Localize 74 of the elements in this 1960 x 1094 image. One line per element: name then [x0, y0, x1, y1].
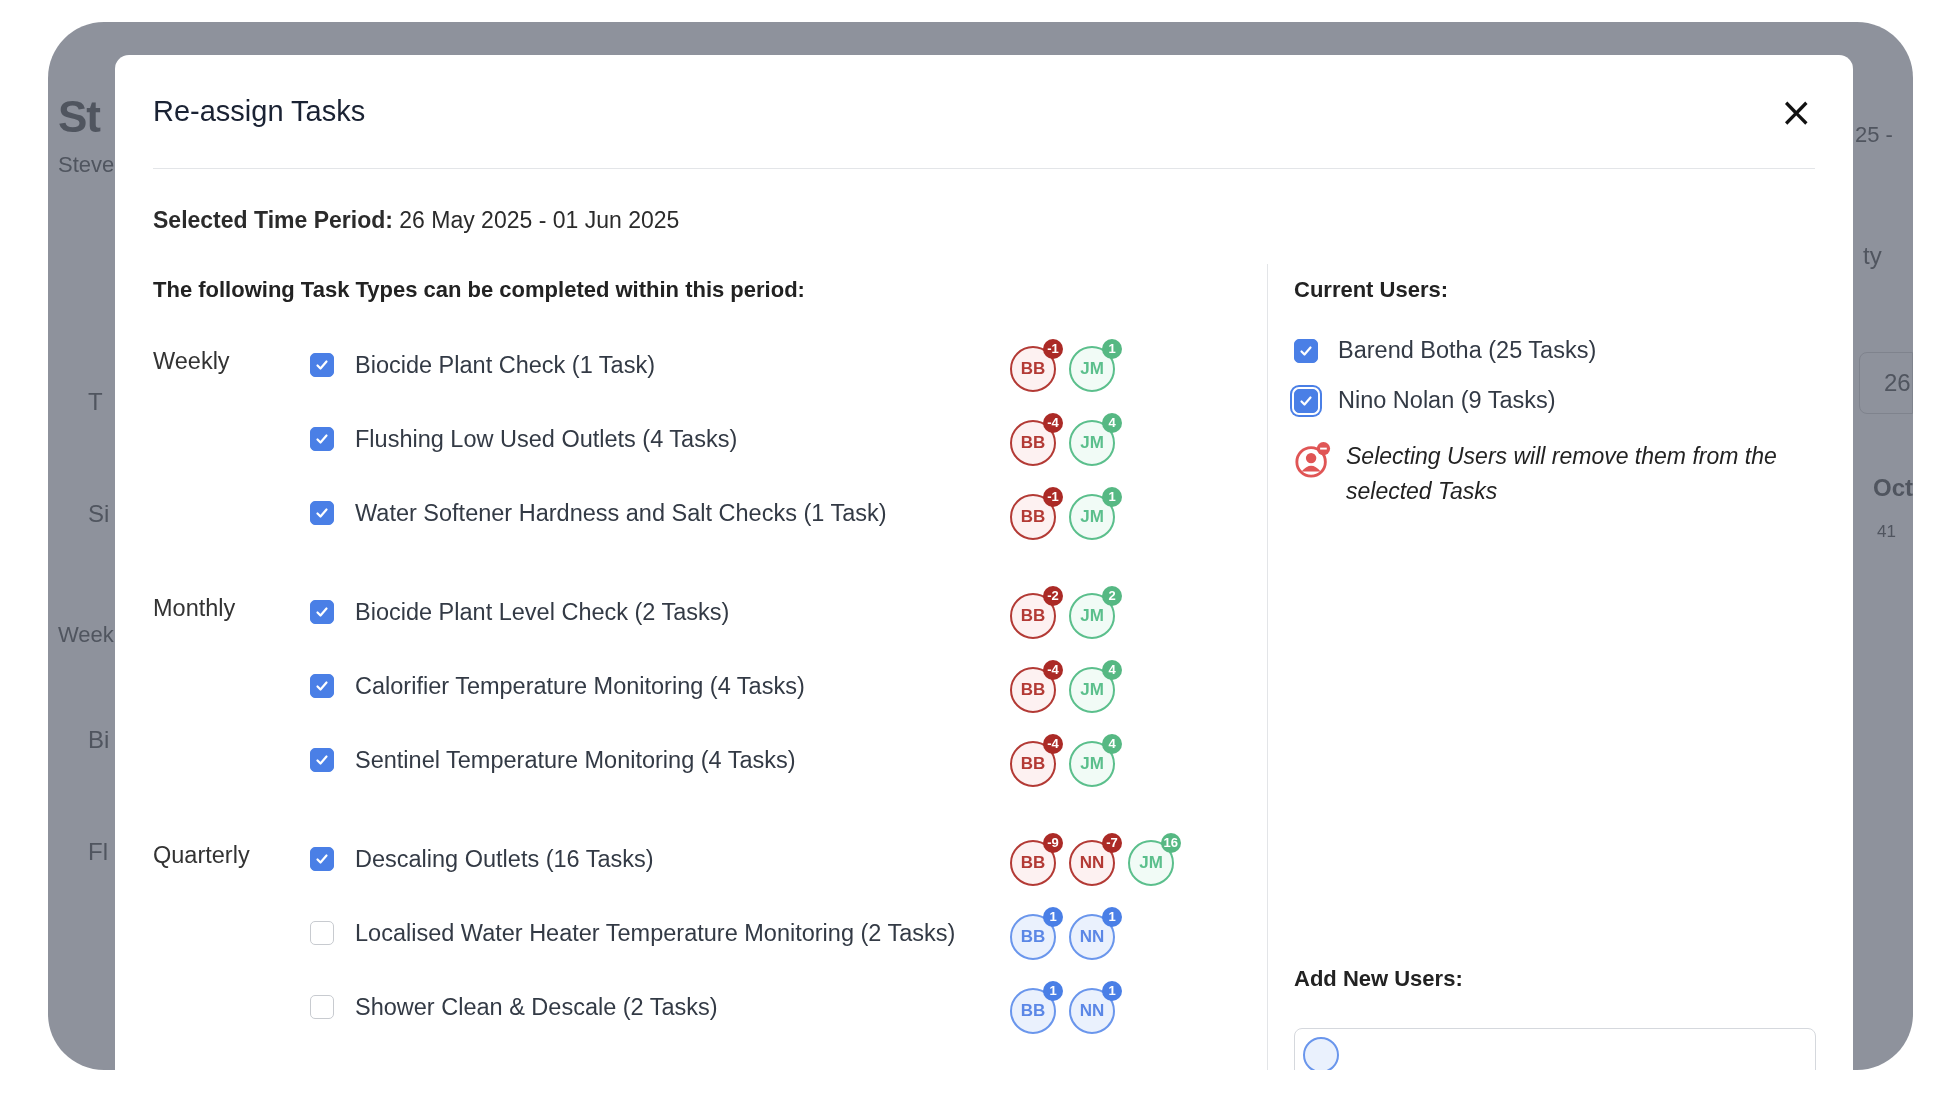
check-icon [314, 357, 330, 373]
background-text: 25 - [1855, 122, 1894, 149]
task-label: Shower Clean & Descale (2 Tasks) [355, 993, 719, 1021]
background-text: Si [87, 500, 111, 529]
user-label: Nino Nolan (9 Tasks) [1338, 387, 1556, 414]
task-count-badge: 1 [1102, 907, 1122, 927]
frequency-label: Monthly [153, 595, 236, 621]
task-checkbox[interactable] [310, 921, 334, 945]
background-text: 41 [1876, 522, 1897, 542]
task-count-badge: 4 [1102, 660, 1122, 680]
check-icon [314, 505, 330, 521]
task-count-badge: -1 [1043, 487, 1063, 507]
task-count-badge: 1 [1102, 339, 1122, 359]
task-types-heading: The following Task Types can be completed within this period: [153, 277, 806, 303]
add-users-field[interactable] [1294, 1028, 1816, 1070]
check-icon [314, 431, 330, 447]
task-count-badge: -4 [1043, 660, 1063, 680]
background-text: Oct [1872, 474, 1913, 503]
task-checkbox[interactable] [310, 674, 334, 698]
user-checkbox[interactable] [1294, 338, 1318, 363]
check-icon [314, 678, 330, 694]
task-count-badge: -4 [1043, 413, 1063, 433]
task-count-badge: -4 [1043, 734, 1063, 754]
task-count-badge: -2 [1043, 586, 1063, 606]
remove-user-icon [1294, 441, 1332, 479]
task-label: Water Softener Hardness and Salt Checks (1 Task) [355, 499, 888, 527]
frequency-label: Weekly [153, 348, 230, 374]
task-count-badge: 4 [1102, 734, 1122, 754]
background-text: Fl [87, 838, 109, 867]
task-checkbox[interactable] [310, 501, 334, 525]
task-count-badge: -1 [1043, 339, 1063, 359]
dialog-title: Re-assign Tasks [153, 95, 366, 128]
background-text: Bi [87, 726, 111, 755]
task-label: Localised Water Heater Temperature Monitoring (2 Tasks) [355, 919, 957, 947]
background-text: St [58, 92, 102, 143]
background-text: Steve [58, 152, 115, 179]
check-icon [314, 604, 330, 620]
check-icon [314, 752, 330, 768]
background-text: Week [58, 622, 115, 649]
task-count-badge: 2 [1102, 586, 1122, 606]
user-avatar-icon [1303, 1037, 1339, 1070]
background-text: T [87, 388, 104, 417]
task-count-badge: 1 [1043, 981, 1063, 1001]
current-users-heading: Current Users: [1294, 277, 1450, 303]
user-row[interactable]: Nino Nolan (9 Tasks) [1294, 387, 1815, 414]
time-period-text: Selected Time Period: 26 May 2025 - 01 Jun 2025 [153, 207, 681, 234]
close-button[interactable]: × [1777, 91, 1815, 132]
task-count-badge: -9 [1043, 833, 1063, 853]
user-label: Barend Botha (25 Tasks) [1338, 337, 1597, 364]
background-text: 26 [1859, 352, 1913, 414]
background-text: ty [1862, 242, 1883, 271]
check-icon [314, 851, 330, 867]
task-count-badge: 1 [1102, 981, 1122, 1001]
task-label: Descaling Outlets (16 Tasks) [355, 845, 655, 873]
task-label: Biocide Plant Level Check (2 Tasks) [355, 598, 731, 626]
task-checkbox[interactable] [310, 995, 334, 1019]
task-checkbox[interactable] [310, 600, 334, 624]
task-count-badge: 1 [1102, 487, 1122, 507]
task-count-badge: 1 [1043, 907, 1063, 927]
task-label: Flushing Low Used Outlets (4 Tasks) [355, 425, 739, 453]
user-row[interactable]: Barend Botha (25 Tasks) [1294, 337, 1815, 364]
task-checkbox[interactable] [310, 427, 334, 451]
task-checkbox[interactable] [310, 748, 334, 772]
task-checkbox[interactable] [310, 847, 334, 871]
task-label: Biocide Plant Check (1 Task) [355, 351, 656, 379]
task-count-badge: 16 [1160, 833, 1181, 853]
task-checkbox[interactable] [310, 353, 334, 377]
add-users-heading: Add New Users: [1294, 966, 1464, 992]
warning-note: Selecting Users will remove them from the selected Tasks [1346, 442, 1778, 506]
task-label: Calorifier Temperature Monitoring (4 Tasks) [355, 672, 806, 700]
task-count-badge: 4 [1102, 413, 1122, 433]
frequency-label: Quarterly [153, 842, 250, 868]
task-label: Sentinel Temperature Monitoring (4 Tasks) [355, 746, 797, 774]
task-count-badge: -7 [1102, 833, 1122, 853]
